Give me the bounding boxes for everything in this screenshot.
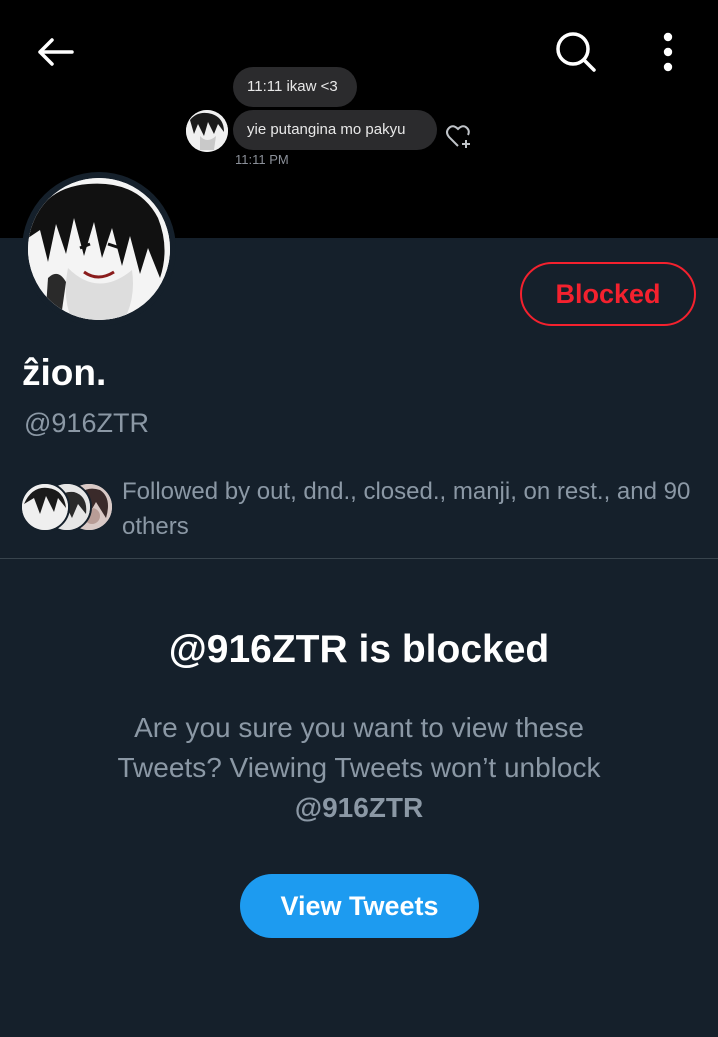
search-icon (554, 30, 598, 79)
blocked-title: @916ZTR is blocked (168, 628, 550, 671)
chat-timestamp: 11:11 PM (235, 152, 289, 167)
chat-bubble: 11:11 ikaw <3 (233, 67, 357, 107)
follower-avatar (20, 482, 70, 532)
blocked-button[interactable]: Blocked (520, 262, 696, 326)
blocked-description-text: Are you sure you want to view these Twee… (117, 712, 601, 783)
display-name: ẑion. (22, 352, 107, 393)
search-button[interactable] (548, 26, 604, 82)
followed-by-text[interactable]: Followed by out, dnd., closed., manji, o… (122, 474, 702, 544)
chat-bubble: yie putangina mo pakyu (233, 110, 437, 150)
arrow-left-icon (36, 36, 76, 73)
more-options-button[interactable] (646, 30, 690, 78)
chat-avatar (186, 110, 228, 152)
blocked-description: Are you sure you want to view these Twee… (80, 708, 638, 828)
blocked-description-handle: @916ZTR (294, 792, 424, 823)
followers-you-know-avatars[interactable] (20, 482, 114, 532)
more-vertical-icon (662, 32, 674, 77)
profile-handle: @916ZTR (24, 408, 149, 438)
view-tweets-button[interactable]: View Tweets (240, 874, 479, 938)
profile-avatar[interactable] (22, 172, 176, 326)
back-button[interactable] (28, 30, 84, 78)
divider (0, 558, 718, 559)
heart-plus-icon (444, 122, 476, 152)
